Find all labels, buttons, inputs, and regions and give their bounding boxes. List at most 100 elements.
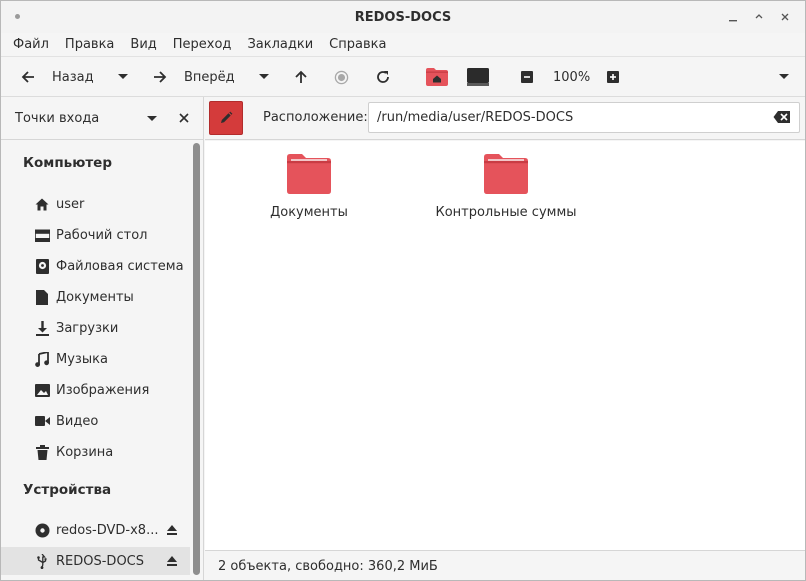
up-button[interactable]	[294, 57, 308, 97]
menu-edit[interactable]: Правка	[57, 37, 122, 52]
menu-file[interactable]: Файл	[5, 37, 57, 52]
sidebar-header: Точки входа	[1, 97, 203, 140]
forward-history-dropdown[interactable]	[258, 57, 270, 97]
file-view[interactable]: Документы Контрольные суммы	[205, 141, 805, 550]
sidebar-item-label: Файловая система	[56, 258, 184, 274]
section-computer: Компьютер	[23, 155, 112, 171]
window-title: REDOS-DOCS	[354, 9, 452, 25]
menu-go[interactable]: Переход	[165, 37, 240, 52]
sidebar-item-pictures[interactable]: Изображения	[1, 376, 190, 404]
sidebar-mode-selector[interactable]: Точки входа	[15, 111, 99, 126]
status-bar: 2 объекта, свободно: 360,2 МиБ	[205, 550, 805, 580]
back-button[interactable]: Назад	[21, 57, 94, 97]
sidebar-item-redos-docs[interactable]: REDOS-DOCS	[1, 547, 190, 575]
file-name: Контрольные суммы	[435, 205, 577, 220]
zoom-level-text: 100%	[553, 69, 591, 85]
folder-icon	[287, 154, 331, 194]
optical-disc-icon	[34, 522, 50, 538]
sidebar-item-music[interactable]: Музыка	[1, 345, 190, 373]
forward-button[interactable]: Вперёд	[153, 57, 235, 97]
sidebar-item-label: Видео	[56, 413, 99, 429]
sidebar-item-label: Загрузки	[56, 320, 119, 336]
drive-icon	[34, 258, 50, 274]
zoom-out-icon	[521, 71, 533, 83]
sidebar-item-label: Корзина	[56, 444, 114, 460]
chevron-down-icon	[259, 74, 269, 79]
sidebar-item-label: user	[56, 196, 85, 212]
home-icon	[34, 196, 50, 212]
zoom-in-icon	[607, 71, 619, 83]
video-icon	[34, 413, 50, 429]
desktop-icon	[34, 227, 50, 243]
folder-icon	[484, 154, 528, 194]
trash-icon	[34, 444, 50, 460]
sidebar-item-documents[interactable]: Документы	[1, 283, 190, 311]
open-terminal-button[interactable]	[467, 57, 489, 97]
back-label: Назад	[52, 69, 94, 85]
file-manager-window: REDOS-DOCS Файл Правка Вид Переход Закла…	[0, 0, 806, 581]
status-text: 2 объекта, свободно: 360,2 МиБ	[218, 558, 438, 574]
sidebar-item-label: Музыка	[56, 351, 108, 367]
reload-button[interactable]	[375, 57, 391, 97]
toolbar: Назад Вперёд 100%	[1, 57, 805, 97]
menu-view[interactable]: Вид	[122, 37, 164, 52]
arrow-left-icon	[21, 71, 34, 83]
location-bar: Расположение:	[205, 97, 805, 140]
clear-location-icon[interactable]	[773, 109, 791, 125]
home-folder-icon	[426, 68, 448, 86]
window-menu-icon[interactable]	[15, 14, 20, 19]
chevron-down-icon	[118, 74, 128, 79]
chevron-down-icon	[779, 74, 789, 79]
file-item-documents[interactable]: Документы	[234, 149, 384, 229]
eject-icon[interactable]	[166, 555, 178, 567]
sidebar-item-trash[interactable]: Корзина	[1, 438, 190, 466]
sidebar-item-filesystem[interactable]: Файловая система	[1, 252, 190, 280]
home-button[interactable]	[425, 57, 449, 97]
download-icon	[34, 320, 50, 336]
menu-bar: Файл Правка Вид Переход Закладки Справка	[1, 33, 805, 57]
menu-bookmarks[interactable]: Закладки	[239, 37, 321, 52]
menu-help[interactable]: Справка	[321, 37, 394, 52]
sidebar-item-label: Документы	[56, 289, 134, 305]
close-icon[interactable]	[775, 7, 795, 27]
chevron-down-icon[interactable]	[146, 115, 158, 123]
zoom-level: 100%	[553, 57, 590, 97]
sidebar-item-user[interactable]: user	[1, 190, 190, 218]
reload-icon	[377, 71, 389, 83]
pencil-icon	[221, 111, 233, 123]
eject-icon[interactable]	[166, 524, 178, 536]
sidebar-scrollbar[interactable]	[193, 143, 200, 575]
zoom-out-button[interactable]	[521, 57, 533, 97]
edit-location-button[interactable]	[209, 101, 243, 135]
back-history-dropdown[interactable]	[117, 57, 129, 97]
sidebar-item-label: Рабочий стол	[56, 227, 148, 243]
sidebar-item-label: redos-DVD-x8...	[56, 522, 159, 538]
sidebar-item-downloads[interactable]: Загрузки	[1, 314, 190, 342]
location-input[interactable]	[368, 102, 800, 133]
close-sidebar-icon[interactable]	[179, 113, 189, 123]
arrow-right-icon	[154, 71, 167, 83]
file-item-checksums[interactable]: Контрольные суммы	[431, 149, 581, 229]
zoom-in-button[interactable]	[607, 57, 619, 97]
minimize-icon[interactable]	[723, 7, 743, 27]
usb-icon	[34, 553, 50, 569]
section-devices: Устройства	[23, 482, 112, 498]
sidebar-item-dvd[interactable]: redos-DVD-x8...	[1, 516, 190, 544]
sidebar-item-videos[interactable]: Видео	[1, 407, 190, 435]
forward-label: Вперёд	[184, 69, 235, 85]
sidebar-item-desktop[interactable]: Рабочий стол	[1, 221, 190, 249]
location-label: Расположение:	[263, 110, 368, 125]
maximize-icon[interactable]	[749, 7, 769, 27]
document-icon	[34, 289, 50, 305]
title-bar: REDOS-DOCS	[1, 1, 805, 33]
terminal-icon	[467, 68, 489, 86]
stop-icon	[334, 70, 349, 84]
stop-button[interactable]	[334, 57, 349, 97]
sidebar-item-label: REDOS-DOCS	[56, 553, 145, 569]
toolbar-overflow-dropdown[interactable]	[778, 57, 790, 97]
arrow-up-icon	[295, 70, 307, 83]
sidebar-item-label: Изображения	[56, 382, 150, 398]
file-name: Документы	[270, 205, 348, 220]
image-icon	[34, 382, 50, 398]
music-icon	[34, 351, 50, 367]
